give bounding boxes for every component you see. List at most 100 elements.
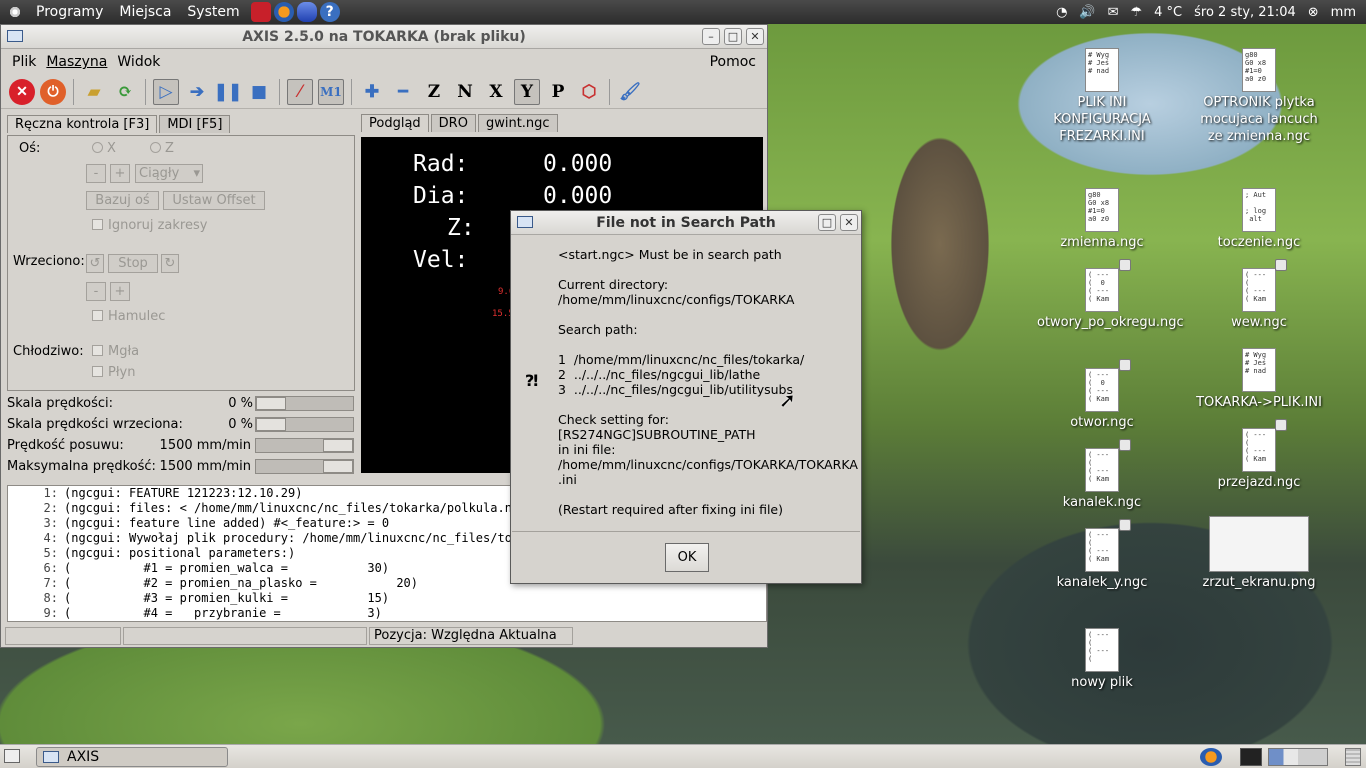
zoom-out-icon[interactable]: ━ [390, 79, 416, 105]
clear-plot-icon[interactable]: 🖌 [617, 79, 643, 105]
desktop-icon[interactable]: ( --- ( ( --- ( Kam wew.ngc [1194, 268, 1324, 331]
desktop-icon[interactable]: # Wyg # Jeś # nad TOKARKA->PLIK.INI [1194, 348, 1324, 411]
firefox-launcher-icon[interactable] [273, 2, 294, 22]
menu-miejsca[interactable]: Miejsca [111, 4, 179, 20]
window-titlebar[interactable]: AXIS 2.5.0 na TOKARKA (brak pliku) – □ ✕ [1, 25, 767, 49]
network-icon[interactable]: ◔ [1056, 5, 1067, 20]
gnome-foot-icon[interactable] [6, 3, 24, 21]
reload-icon[interactable]: ⟳ [112, 79, 138, 105]
spindle-minus-button[interactable]: - [86, 282, 106, 301]
tab-gwint[interactable]: gwint.ngc [477, 114, 558, 132]
trash-icon[interactable] [1345, 748, 1361, 766]
home-axis-button[interactable]: Bazuj oś [86, 191, 159, 210]
toolbar-separator [145, 78, 146, 105]
clock[interactable]: śro 2 sty, 21:04 [1194, 5, 1296, 20]
stop-icon[interactable]: ■ [246, 79, 272, 105]
show-desktop-icon[interactable] [4, 749, 20, 763]
tab-podglad[interactable]: Podgląd [361, 114, 429, 132]
spindle-cw-icon[interactable]: ↻ [161, 254, 179, 273]
workspace-switcher[interactable] [1268, 748, 1328, 766]
desktop-icon[interactable]: ( --- ( 0 ( --- ( Kam otwory_po_okregu.ng… [1037, 268, 1184, 331]
spindle-stop-button[interactable]: Stop [108, 254, 158, 273]
view-x-icon[interactable]: X [483, 79, 509, 105]
menu-programy[interactable]: Programy [28, 4, 111, 20]
ignore-limits-checkbox[interactable]: Ignoruj zakresy [92, 218, 207, 233]
desktop-icon[interactable]: ( --- ( ( --- ( Kam przejazd.ngc [1194, 428, 1324, 491]
tab-dro[interactable]: DRO [430, 114, 476, 132]
desktop-icon[interactable]: ( --- ( ( --- ( Kam kanalek.ngc [1037, 448, 1167, 511]
estop-icon[interactable]: ✕ [9, 78, 35, 105]
database-launcher-icon[interactable] [296, 2, 317, 22]
spindle-plus-button[interactable]: + [110, 282, 130, 301]
jog-minus-button[interactable]: - [86, 164, 106, 183]
slider-knob[interactable] [256, 397, 286, 410]
view-z2-icon[interactable]: N [452, 79, 478, 105]
flood-checkbox[interactable]: Płyn [92, 365, 135, 380]
minimize-button[interactable]: – [702, 28, 720, 45]
maximize-button[interactable]: □ [818, 214, 836, 231]
touch-off-button[interactable]: Ustaw Offset [163, 191, 265, 210]
desktop-icon[interactable]: zrzut_ekranu.png [1194, 516, 1324, 591]
axis-x-radio[interactable]: X [92, 141, 116, 156]
desktop-icon[interactable]: g80 G0 x8 #1=0 a0 z0 OPTRONIK plytka mocu… [1194, 48, 1324, 145]
jog-plus-button[interactable]: + [110, 164, 130, 183]
open-file-icon[interactable]: ▰ [81, 79, 107, 105]
block-delete-icon[interactable]: ⁄ [287, 78, 313, 105]
desktop-icon[interactable]: g80 G0 x8 #1=0 a0 z0 zmienna.ngc [1037, 188, 1167, 251]
spindle-override-slider[interactable] [255, 417, 354, 432]
dro-dia: Dia: 0.000 [413, 183, 613, 209]
slider-knob[interactable] [256, 418, 286, 431]
menu-plik[interactable]: Plik [7, 54, 41, 70]
taskbar-axis-button[interactable]: AXIS [36, 746, 228, 767]
terminal-tray-icon[interactable] [1240, 748, 1262, 766]
brake-checkbox[interactable]: Hamulec [92, 309, 165, 324]
view-z-icon[interactable]: Z [421, 79, 447, 105]
desktop-icon[interactable]: ( --- ( ( --- (nowy plik [1037, 628, 1167, 691]
dialog-titlebar[interactable]: File not in Search Path □ ✕ [511, 211, 861, 235]
logout-icon[interactable]: ⊗ [1308, 5, 1319, 20]
menu-maszyna[interactable]: Maszyna [41, 54, 112, 70]
feed-override-value: 0 % [228, 396, 253, 411]
close-button[interactable]: ✕ [746, 28, 764, 45]
menu-widok[interactable]: Widok [112, 54, 165, 70]
slider-knob[interactable] [323, 439, 353, 452]
help-launcher-icon[interactable]: ? [319, 2, 340, 22]
volume-icon[interactable]: 🔊 [1079, 5, 1095, 20]
rotate-view-icon[interactable]: ⬡ [576, 79, 602, 105]
optional-stop-icon[interactable]: M1 [318, 78, 344, 105]
dro-rad: Rad: 0.000 [413, 151, 613, 177]
run-icon[interactable]: ▷ [153, 78, 179, 105]
view-p-icon[interactable]: P [545, 79, 571, 105]
slider-knob[interactable] [323, 460, 353, 473]
axis-z-radio[interactable]: Z [150, 141, 174, 156]
jog-mode-select[interactable]: Ciągły ▾ [135, 164, 203, 183]
user-name[interactable]: mm [1331, 5, 1356, 20]
desktop-icon[interactable]: ; Aut ; log alt toczenie.ngc [1194, 188, 1324, 251]
zoom-in-icon[interactable]: ✚ [359, 79, 385, 105]
close-button[interactable]: ✕ [840, 214, 858, 231]
machine-power-icon[interactable]: ⏻ [40, 78, 66, 105]
menu-pomoc[interactable]: Pomoc [705, 54, 761, 70]
weather-icon[interactable]: ☂ [1131, 5, 1143, 20]
linuxcnc-launcher-icon[interactable] [250, 2, 271, 22]
step-icon[interactable]: ➔ [184, 79, 210, 105]
view-y-icon[interactable]: Y [514, 78, 540, 105]
ok-button[interactable]: OK [665, 543, 709, 572]
temperature[interactable]: 4 °C [1154, 5, 1182, 20]
spindle-ccw-icon[interactable]: ↺ [86, 254, 104, 273]
feed-override-slider[interactable] [255, 396, 354, 411]
mail-icon[interactable]: ✉ [1108, 5, 1119, 20]
firefox-tray-icon[interactable] [1200, 748, 1222, 766]
desktop-icon[interactable]: ( --- ( 0 ( --- ( Kam otwor.ngc [1037, 368, 1167, 431]
maximize-button[interactable]: □ [724, 28, 742, 45]
mist-checkbox[interactable]: Mgła [92, 344, 139, 359]
menu-system[interactable]: System [179, 4, 247, 20]
jog-speed-slider[interactable] [255, 438, 354, 453]
desktop-icon[interactable]: ( --- ( ( --- ( Kam kanalek_y.ngc [1037, 528, 1167, 591]
desktop-icon[interactable]: # Wyg # Jeś # nad PLIK INI KONFIGURACJA F… [1037, 48, 1167, 145]
max-velocity-slider[interactable] [255, 459, 354, 474]
dro-vel: Vel: [413, 247, 469, 273]
tab-mdi[interactable]: MDI [F5] [159, 115, 231, 133]
tab-reczna-kontrola[interactable]: Ręczna kontrola [F3] [7, 115, 158, 133]
pause-icon[interactable]: ❚❚ [214, 79, 243, 105]
